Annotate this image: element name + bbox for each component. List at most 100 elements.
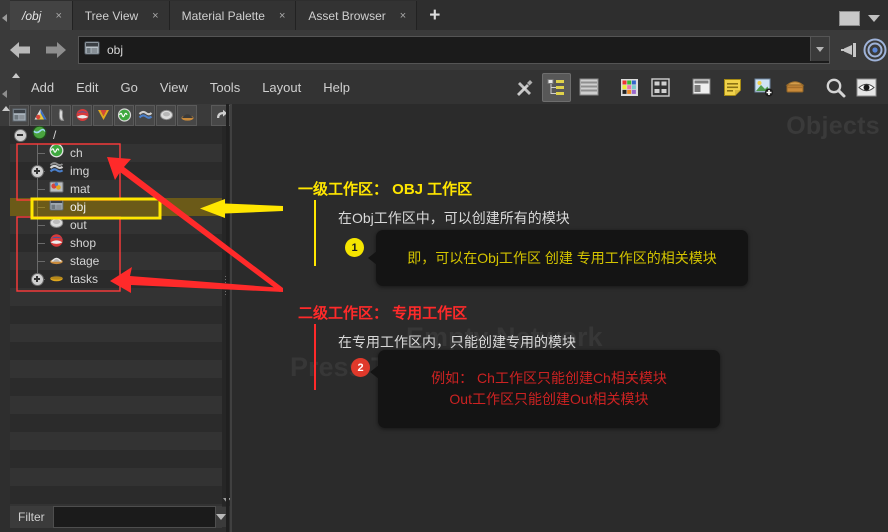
tree-row-empty: [10, 468, 222, 486]
tree-row-shop[interactable]: shop: [10, 234, 222, 252]
thumbnail-grid-icon[interactable]: [647, 74, 674, 101]
tree-row-empty: [10, 342, 222, 360]
menu-drag-handle[interactable]: [10, 70, 20, 104]
tab-obj[interactable]: /obj ×: [10, 1, 73, 30]
bone-node-icon[interactable]: [51, 104, 71, 126]
tree-row-img[interactable]: img: [10, 162, 222, 180]
tree-drag-handle[interactable]: [0, 104, 10, 126]
collapse-left-icon[interactable]: [2, 90, 7, 98]
annotation-subtext-level1: 在Obj工作区中，可以创建所有的模块: [338, 210, 570, 226]
annotation-heading-level1: 一级工作区： OBJ 工作区: [298, 181, 473, 198]
tree-row-empty: [10, 432, 222, 450]
callout-text: 即，可以在Obj工作区 创建 专用工作区的相关模块: [407, 249, 717, 266]
list-view-icon[interactable]: [575, 74, 602, 101]
path-value: obj: [107, 43, 124, 57]
expand-icon[interactable]: [31, 272, 44, 286]
notes-icon[interactable]: [719, 74, 746, 101]
menu-bar-gutter: [0, 70, 10, 104]
obj-node-icon[interactable]: [9, 104, 29, 126]
panel-splitter[interactable]: [226, 104, 229, 532]
menu-layout[interactable]: Layout: [251, 70, 312, 104]
forward-button[interactable]: [42, 39, 68, 61]
tree-node-label: stage: [70, 254, 100, 268]
close-icon[interactable]: ×: [55, 10, 61, 22]
stage-node-icon[interactable]: [177, 104, 197, 126]
tree-node-label: img: [70, 164, 90, 178]
filter-label: Filter: [18, 510, 45, 524]
menu-edit[interactable]: Edit: [65, 70, 109, 104]
layout-panes-icon[interactable]: [688, 74, 715, 101]
tree-row-empty: [10, 324, 222, 342]
tree-row-ch[interactable]: ch: [10, 143, 222, 162]
tree-node-label: tasks: [70, 272, 99, 286]
vop-node-icon[interactable]: [93, 104, 113, 126]
add-image-icon[interactable]: [750, 74, 777, 101]
expand-icon[interactable]: [31, 164, 44, 178]
tree-view-icon[interactable]: [542, 72, 571, 102]
shop-node-icon[interactable]: [72, 104, 92, 126]
tree-node-label: ch: [70, 146, 83, 160]
menu-add[interactable]: Add: [20, 70, 65, 104]
maximize-icon[interactable]: [839, 11, 860, 26]
close-icon[interactable]: ×: [152, 10, 158, 22]
wrench-screwdriver-icon[interactable]: [511, 74, 538, 101]
obj-network-icon: [49, 197, 64, 217]
annotation-bar-level2: [314, 324, 316, 390]
filter-bar: Filter: [10, 506, 226, 528]
pin-icon[interactable]: [836, 37, 862, 63]
tree-node-label: obj: [70, 200, 87, 214]
path-dropdown-button[interactable]: [810, 37, 829, 61]
menu-help[interactable]: Help: [312, 70, 361, 104]
tree-row-obj[interactable]: obj: [10, 198, 222, 216]
tab-tree-view[interactable]: Tree View ×: [72, 1, 170, 30]
collapse-icon[interactable]: [14, 128, 27, 142]
filter-dropdown-button[interactable]: [215, 507, 226, 527]
tree-row-stage[interactable]: stage: [10, 252, 222, 270]
chevron-down-icon[interactable]: [868, 15, 880, 22]
triangle-up-icon: [2, 106, 10, 111]
close-icon[interactable]: ×: [279, 10, 285, 22]
tree-row-mat[interactable]: mat: [10, 180, 222, 198]
collapse-left-icon[interactable]: [2, 14, 7, 22]
out-node-icon[interactable]: [156, 104, 176, 126]
back-button[interactable]: [8, 39, 34, 61]
tree-row-empty: [10, 360, 222, 378]
tree-row-tasks[interactable]: tasks: [10, 270, 222, 288]
annotation-bar-level1: [314, 200, 316, 266]
chop-node-icon[interactable]: [114, 104, 134, 126]
path-input[interactable]: obj: [78, 36, 830, 64]
eye-icon[interactable]: [853, 74, 880, 101]
tree-row-empty: [10, 396, 222, 414]
shop-network-icon: [49, 233, 64, 253]
tree-row-root[interactable]: /: [10, 126, 222, 144]
cop-node-icon[interactable]: [30, 104, 50, 126]
annotation-callout-2: 例如： Ch工作区只能创建Ch相关模块 Out工作区只能创建Out相关模块: [370, 350, 720, 428]
color-palette-icon[interactable]: [616, 74, 643, 101]
package-box-icon[interactable]: [781, 74, 808, 101]
tab-asset-browser[interactable]: Asset Browser ×: [296, 1, 418, 30]
add-tab-button[interactable]: +: [417, 1, 453, 30]
tree-row-empty: [10, 486, 222, 504]
network-context-label: Objects: [786, 112, 880, 140]
menu-go[interactable]: Go: [110, 70, 149, 104]
annotation-badge-1: 1: [345, 238, 364, 257]
tab-material-palette[interactable]: Material Palette ×: [169, 1, 297, 30]
tree-node-label: shop: [70, 236, 97, 250]
tree-view-panel: / ch img mat obj out shop stage tasks Fi…: [0, 104, 232, 532]
menu-tools[interactable]: Tools: [199, 70, 251, 104]
annotation-badge-2: 2: [351, 358, 370, 377]
magnifier-icon[interactable]: [822, 74, 849, 101]
tree-row-empty: [10, 306, 222, 324]
root-globe-icon: [32, 126, 47, 145]
tree-node-list[interactable]: / ch img mat obj out shop stage tasks: [10, 126, 222, 506]
out-network-icon: [49, 215, 64, 235]
dop-node-icon[interactable]: [135, 104, 155, 126]
filter-input[interactable]: [52, 506, 216, 528]
close-icon[interactable]: ×: [400, 10, 406, 22]
triangle-up-icon: [12, 73, 20, 78]
tree-node-label: mat: [70, 182, 91, 196]
tab-label: Material Palette: [181, 8, 265, 23]
menu-view[interactable]: View: [149, 70, 199, 104]
target-icon[interactable]: [862, 37, 888, 63]
tree-row-out[interactable]: out: [10, 216, 222, 234]
